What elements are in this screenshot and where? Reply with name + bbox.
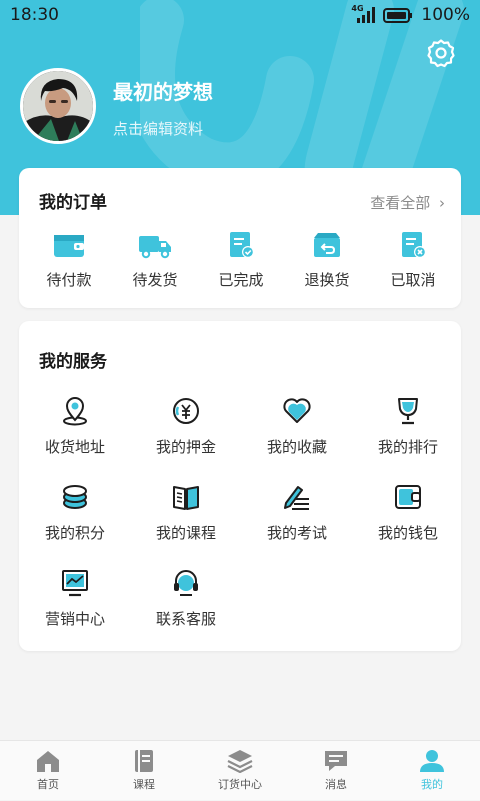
tab-mine[interactable]: 我的: [384, 741, 480, 801]
service-label: 收货地址: [44, 438, 105, 456]
tab-label: 首页: [37, 778, 59, 791]
home-icon: [37, 751, 59, 772]
deposit-icon: [173, 398, 199, 424]
bottom-tab-bar: 首页 课程 订货中心 消息 我的: [0, 740, 480, 800]
service-label: 我的课程: [155, 524, 216, 542]
service-label: 营销中心: [44, 610, 105, 628]
heart-icon: [283, 398, 311, 423]
order-label: 已完成: [218, 271, 264, 289]
service-label: 我的押金: [155, 438, 216, 456]
order-returns[interactable]: 退换货: [287, 230, 367, 290]
order-label: 待发货: [132, 271, 178, 289]
completed-doc-icon: [230, 232, 254, 258]
tab-label: 消息: [325, 778, 347, 791]
service-label: 我的收藏: [266, 438, 327, 456]
avatar[interactable]: [20, 68, 96, 144]
orders-card: 我的订单 查看全部 › 待付款 待发货 已完成 退换货 已取消: [19, 168, 461, 308]
chart-monitor-icon: [62, 570, 88, 597]
tab-home[interactable]: 首页: [0, 741, 96, 801]
book-icon: [173, 486, 199, 510]
location-icon: [63, 397, 87, 426]
tab-label: 课程: [133, 778, 155, 791]
service-ranking[interactable]: 我的排行: [358, 395, 458, 457]
tab-order-center[interactable]: 订货中心: [192, 741, 288, 801]
signal-icon: 4G: [351, 4, 376, 23]
order-pending-payment[interactable]: 待付款: [29, 230, 109, 290]
tab-label: 我的: [421, 778, 443, 791]
service-label: 我的积分: [44, 524, 105, 542]
view-all-label: 查看全部: [370, 194, 431, 212]
tab-label: 订货中心: [218, 778, 262, 791]
order-awaiting-shipment[interactable]: 待发货: [115, 230, 195, 290]
order-label: 已取消: [390, 271, 436, 289]
service-points[interactable]: 我的积分: [25, 481, 125, 543]
service-marketing-center[interactable]: 营销中心: [25, 567, 125, 629]
service-label: 我的排行: [377, 438, 438, 456]
service-exams[interactable]: 我的考试: [247, 481, 347, 543]
status-bar: 18:30 4G 100%: [0, 0, 480, 30]
service-customer-support[interactable]: 联系客服: [136, 567, 236, 629]
service-label: 联系客服: [155, 610, 216, 628]
status-right-group: 4G 100%: [351, 4, 470, 25]
battery-percent: 100%: [421, 5, 470, 25]
truck-icon: [139, 236, 171, 259]
layers-icon: [227, 750, 253, 773]
wallet-icon: [395, 485, 421, 509]
book-icon: [135, 750, 153, 772]
services-title: 我的服务: [39, 352, 107, 372]
wallet-icon: [54, 235, 84, 257]
service-deposit[interactable]: 我的押金: [136, 395, 236, 457]
order-cancelled[interactable]: 已取消: [373, 230, 453, 290]
service-favorites[interactable]: 我的收藏: [247, 395, 347, 457]
order-completed[interactable]: 已完成: [201, 230, 281, 290]
tab-messages[interactable]: 消息: [288, 741, 384, 801]
return-box-icon: [314, 233, 340, 257]
profile-name: 最初的梦想: [113, 80, 213, 104]
service-label: 我的钱包: [377, 524, 438, 542]
battery-icon: [383, 7, 413, 23]
orders-title: 我的订单: [39, 193, 107, 213]
exam-pen-icon: [284, 486, 309, 510]
coins-icon: [63, 485, 87, 509]
trophy-icon: [398, 398, 418, 425]
status-time: 18:30: [10, 5, 59, 25]
order-label: 待付款: [46, 271, 92, 289]
chevron-right-icon: ›: [439, 194, 445, 212]
service-wallet[interactable]: 我的钱包: [358, 481, 458, 543]
user-icon: [420, 750, 444, 772]
service-shipping-address[interactable]: 收货地址: [25, 395, 125, 457]
order-label: 退换货: [304, 271, 350, 289]
services-card: 我的服务 收货地址 我的押金 我的收藏 我的排行 我的积分 我的课程 我的考试 …: [19, 321, 461, 651]
avatar-photo: [23, 71, 93, 141]
settings-gear-icon[interactable]: [426, 38, 456, 68]
cancelled-doc-icon: [402, 232, 426, 258]
headset-icon: [174, 570, 198, 596]
message-icon: [325, 751, 347, 771]
tab-courses[interactable]: 课程: [96, 741, 192, 801]
service-label: 我的考试: [266, 524, 327, 542]
service-courses[interactable]: 我的课程: [136, 481, 236, 543]
view-all-orders-link[interactable]: 查看全部 ›: [370, 192, 445, 213]
edit-profile-link[interactable]: 点击编辑资料: [113, 118, 203, 139]
